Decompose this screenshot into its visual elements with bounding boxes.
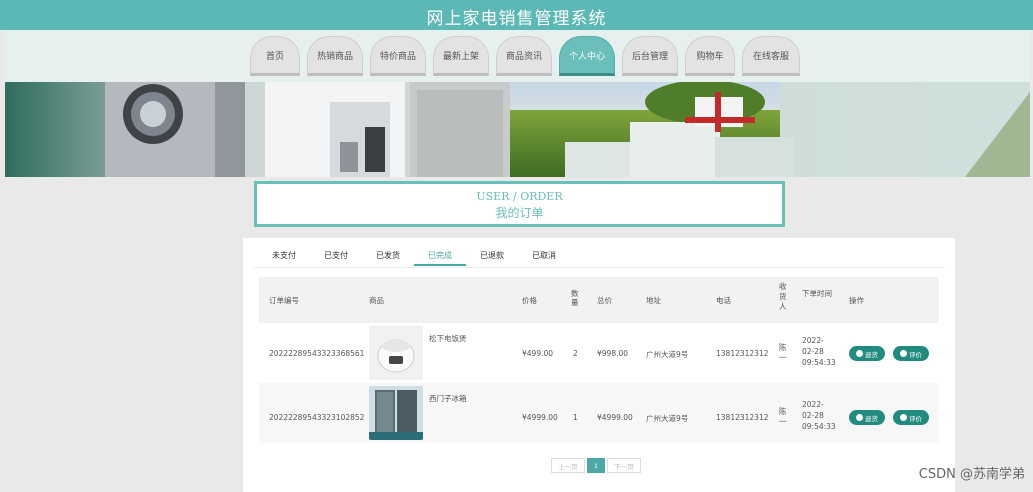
refrigerator-image[interactable] [369,386,423,440]
unit-price: ¥499.00 [522,349,554,358]
product-name[interactable]: 西门子冰箱 [429,393,467,404]
nav-admin[interactable]: 后台管理 [622,36,678,76]
nav-user-center[interactable]: 个人中心 [559,36,615,76]
nav-hot-products[interactable]: 热销商品 [307,36,363,76]
tab-cancelled[interactable]: 已取消 [518,246,570,266]
table-header: 订单编号 商品 价格 数量 总价 地址 电话 收货人 下单时间 操作 [259,277,939,323]
header-phone: 电话 [716,296,731,305]
review-button[interactable]: 评价 [893,346,929,361]
next-page-button[interactable]: 下一页 [607,458,641,473]
refund-icon [856,350,863,357]
orders-panel: 未支付 已支付 已发货 已完成 已退款 已取消 订单编号 商品 价格 数量 总价… [243,238,955,492]
order-time: 2022-02-28 09:54:33 [802,400,836,431]
tab-paid[interactable]: 已支付 [310,246,362,266]
orders-table: 订单编号 商品 价格 数量 总价 地址 电话 收货人 下单时间 操作 20222… [259,277,939,443]
rice-cooker-image[interactable] [369,326,423,380]
phone: 13812312312 [716,413,769,422]
header-time: 下单时间 [802,289,832,298]
refund-icon [856,414,863,421]
watermark: CSDN @苏南学弟 [918,467,1025,482]
header-receiver: 收货人 [779,282,787,311]
header-order-no: 订单编号 [269,296,299,305]
tab-completed[interactable]: 已完成 [414,246,466,266]
header-price: 价格 [522,296,537,305]
address: 广州大道9号 [646,414,689,423]
refund-label: 退货 [865,350,878,359]
review-button[interactable]: 评价 [893,410,929,425]
quantity: 2 [573,349,578,358]
nav-product-news[interactable]: 商品资讯 [496,36,552,76]
nav-band: 首页 热销商品 特价商品 最新上架 商品资讯 个人中心 后台管理 购物车 在线客… [5,30,1030,82]
order-status-tabs: 未支付 已支付 已发货 已完成 已退款 已取消 [258,246,570,266]
tab-unpaid[interactable]: 未支付 [258,246,310,266]
app-title: 网上家电销售管理系统 [426,9,607,29]
order-number: 20222289543323102852 [269,413,365,422]
quantity: 1 [573,413,578,422]
header-qty: 数量 [571,289,579,307]
total-price: ¥4999.00 [597,413,633,422]
tabs-divider [253,267,945,268]
page-1-button[interactable]: 1 [587,458,605,473]
product-name[interactable]: 松下电饭煲 [429,333,467,344]
nav-online-service[interactable]: 在线客服 [742,36,800,76]
refund-button[interactable]: 退货 [849,410,885,425]
nav-cart[interactable]: 购物车 [685,36,735,76]
comment-icon [900,414,907,421]
refund-label: 退货 [865,414,878,423]
refund-button[interactable]: 退货 [849,346,885,361]
header-total: 总价 [597,296,612,305]
nav-home[interactable]: 首页 [250,36,300,76]
section-title-cn: 我的订单 [495,206,544,220]
review-label: 评价 [909,350,922,359]
phone: 13812312312 [716,349,769,358]
receiver: 陈一 [779,343,787,362]
header-actions: 操作 [849,296,864,305]
comment-icon [900,350,907,357]
main-nav: 首页 热销商品 特价商品 最新上架 商品资讯 个人中心 后台管理 购物车 在线客… [250,36,800,78]
header-address: 地址 [646,296,661,305]
header-product: 商品 [369,296,384,305]
nav-new-arrivals[interactable]: 最新上架 [433,36,489,76]
order-number: 20222289543323368561 [269,349,365,358]
tab-refunded[interactable]: 已退款 [466,246,518,266]
table-row: 20222289543323368561 松下电饭煲 ¥499.00 2 ¥99… [259,323,939,383]
section-heading: USER / ORDER 我的订单 [254,181,785,227]
tab-shipped[interactable]: 已发货 [362,246,414,266]
pagination: 上一页 1 下一页 [551,458,641,473]
receiver: 陈一 [779,407,787,426]
unit-price: ¥4999.00 [522,413,558,422]
total-price: ¥998.00 [597,349,629,358]
title-bar: 网上家电销售管理系统 [0,0,1033,30]
hero-banner [5,82,1030,177]
order-time: 2022-02-28 09:54:33 [802,336,836,367]
section-title-en: USER / ORDER [476,190,563,203]
review-label: 评价 [909,414,922,423]
table-row: 20222289543323102852 西门子冰箱 ¥4999.00 1 ¥4… [259,383,939,443]
address: 广州大道9号 [646,350,689,359]
nav-special-products[interactable]: 特价商品 [370,36,426,76]
prev-page-button[interactable]: 上一页 [551,458,585,473]
banner-image [5,82,1030,177]
